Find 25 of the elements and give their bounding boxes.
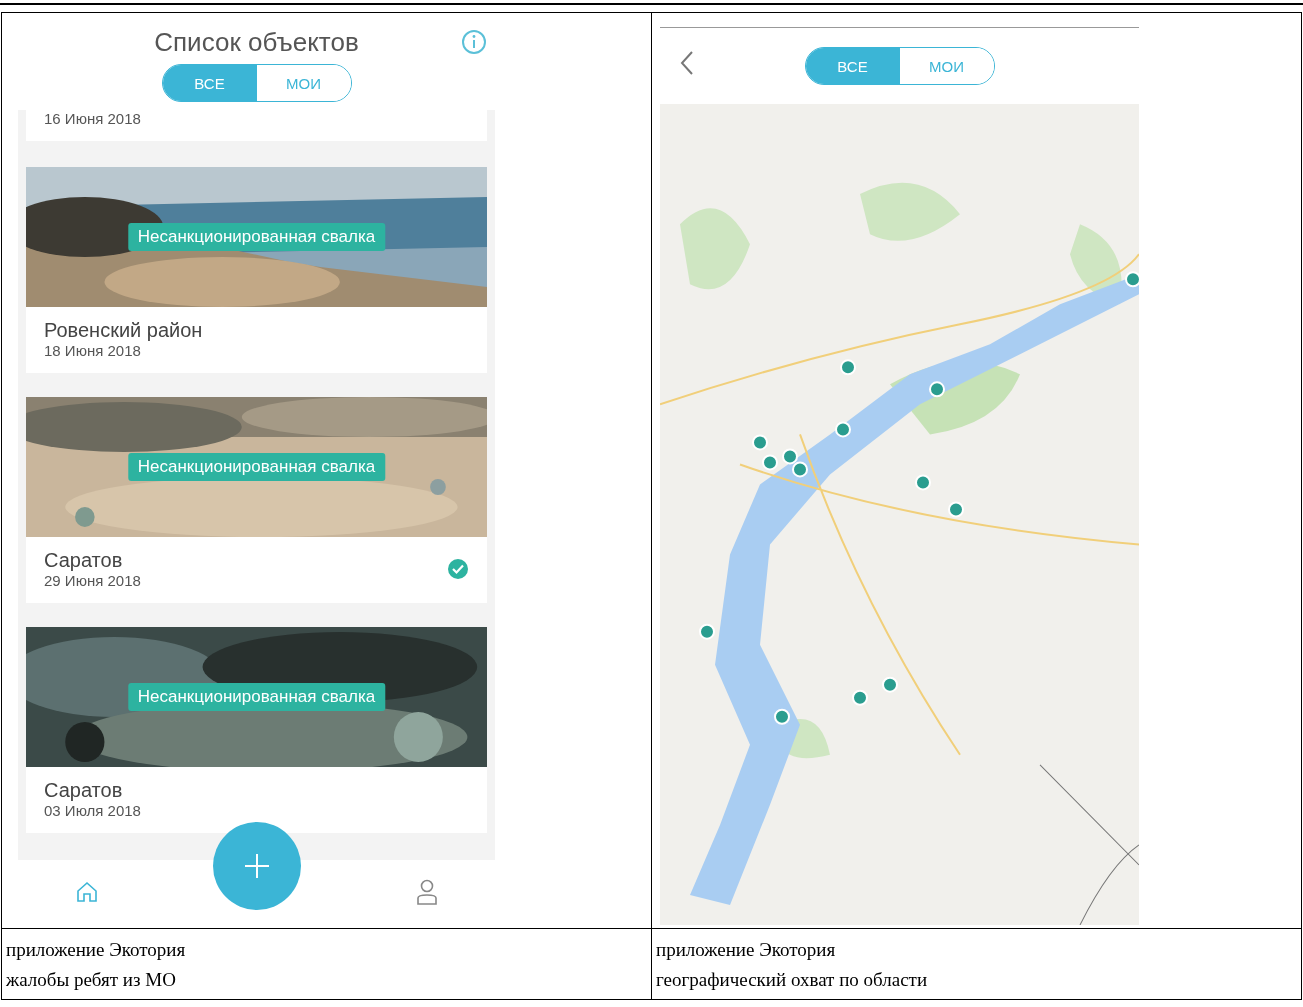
object-card[interactable]: Несанкционированная свалка Саратов 03 Июля 2018 (26, 627, 487, 833)
caption-line: жалобы ребят из МО (6, 969, 177, 991)
back-icon[interactable] (680, 50, 694, 76)
home-icon[interactable] (75, 880, 100, 904)
item-date: 03 Июля 2018 (44, 802, 142, 819)
item-title: Саратов (44, 549, 124, 572)
category-badge: Несанкционированная свалка (127, 453, 386, 481)
screen-title: Список объектов (154, 27, 359, 58)
profile-icon[interactable] (415, 879, 438, 905)
caption-line: приложение Экотория (6, 939, 187, 961)
category-badge: Несанкционированная свалка (127, 683, 386, 711)
category-badge: Несанкционированная свалка (127, 223, 386, 251)
object-card[interactable]: Несанкционированная свалка Саратов 29 Июня 2018 (26, 397, 487, 603)
caption-line: приложение Экотория (656, 939, 837, 961)
item-title: Ровенский район (44, 319, 204, 342)
caption-line: географический охват по области (656, 969, 929, 991)
info-icon[interactable] (461, 29, 487, 55)
plus-icon (243, 853, 270, 879)
item-date: 29 Июня 2018 (44, 572, 142, 589)
object-card[interactable]: Несанкционированная свалка Ровенский район 18 Июня 2018 (26, 167, 487, 373)
item-date: 18 Июня 2018 (44, 342, 142, 359)
item-date: 16 Июня 2018 (44, 110, 141, 127)
item-title: Саратов (44, 779, 124, 802)
filter-tab[interactable]: ВСЕ (162, 65, 257, 101)
filter-tab[interactable]: ВСЕ (805, 48, 900, 84)
